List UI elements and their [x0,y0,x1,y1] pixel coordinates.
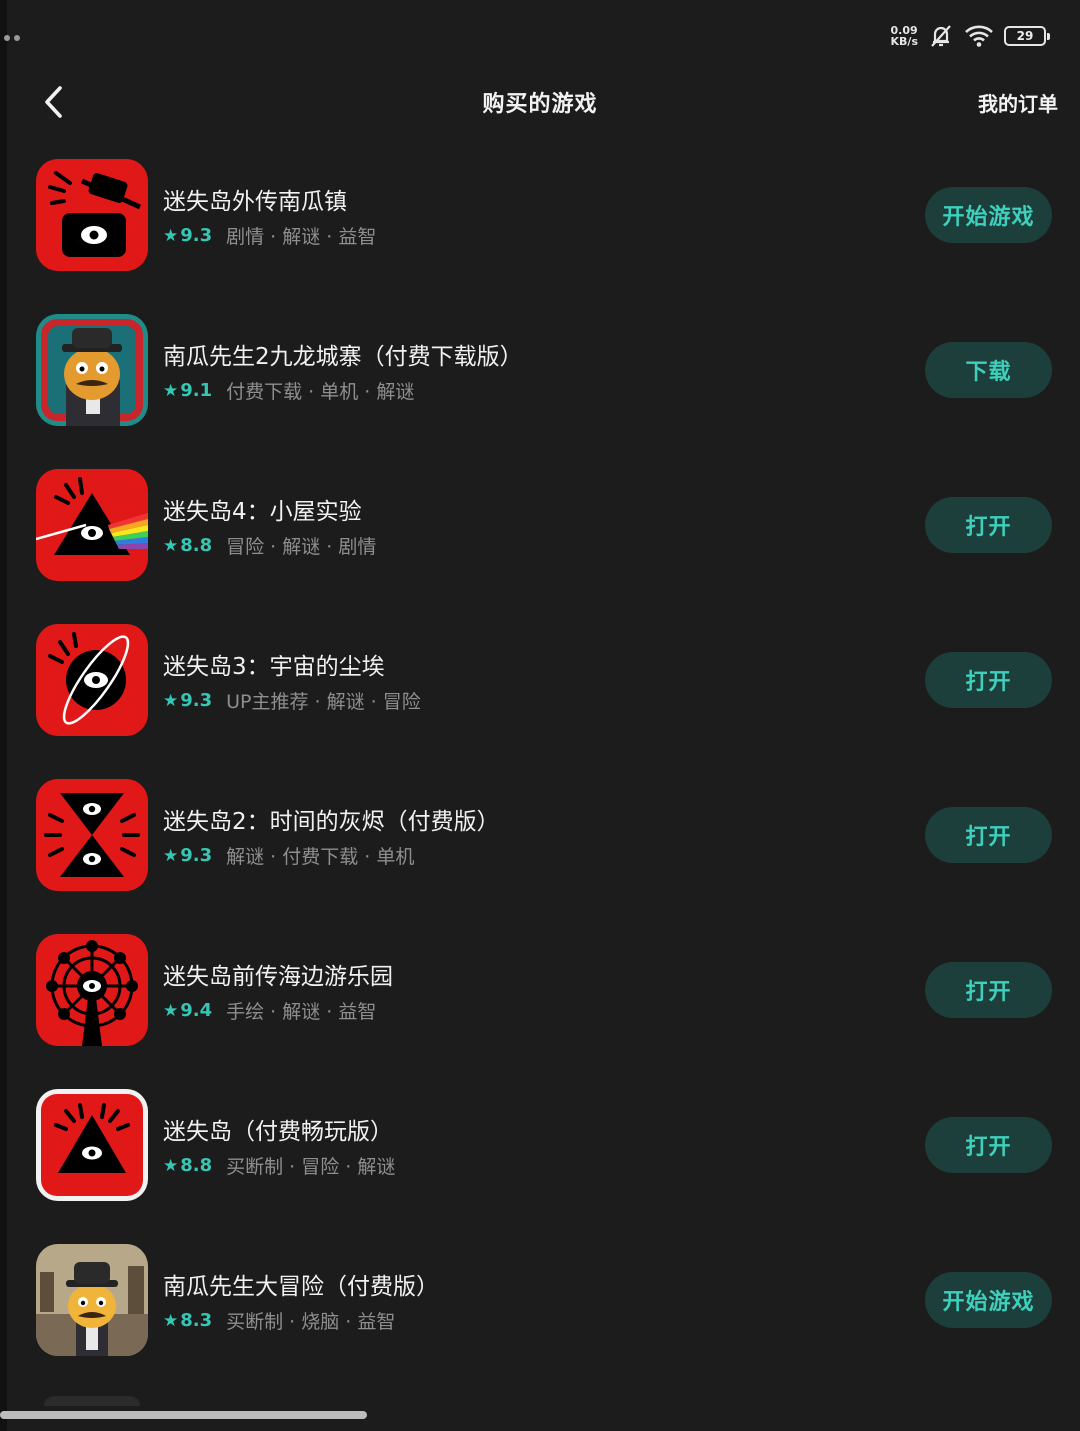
page-title: 购买的游戏 [482,92,598,117]
game-icon-mr-pumpkin-2[interactable] [36,314,148,426]
battery-icon: 29 [1004,26,1050,46]
game-meta: ★ 9.3 剧情 · 解谜 · 益智 [163,222,376,249]
game-name[interactable]: 迷失岛前传海边游乐园 [163,957,393,991]
game-meta: ★ 9.1 付费下载 · 单机 · 解谜 [163,377,414,404]
game-rating: 8.8 [180,535,213,556]
game-icon-pumpkin-town[interactable] [36,159,148,271]
game-tags: 剧情 · 解谜 · 益智 [226,226,377,248]
game-name[interactable]: 南瓜先生大冒险（付费版） [163,1267,439,1301]
game-list-item[interactable]: 迷失岛3：宇宙的尘埃 ★ 9.3 UP主推荐 · 解谜 · 冒险 打开 [36,624,1052,738]
game-list-item[interactable]: 南瓜先生大冒险（付费版） ★ 8.3 买断制 · 烧脑 · 益智 开始游戏 [36,1244,1052,1358]
game-tags: 买断制 · 冒险 · 解谜 [226,1156,396,1178]
open-button[interactable]: 打开 [925,1117,1052,1173]
star-icon: ★ [163,1310,179,1331]
game-rating: 8.3 [180,1310,213,1331]
game-name[interactable]: 迷失岛（付费畅玩版） [163,1112,393,1146]
download-button[interactable]: 下载 [925,342,1052,398]
game-name[interactable]: 迷失岛外传南瓜镇 [163,182,347,216]
game-list-item[interactable]: 迷失岛2：时间的灰烬（付费版） ★ 9.3 解谜 · 付费下载 · 单机 打开 [36,779,1052,893]
my-orders-link[interactable]: 我的订单 [978,88,1058,117]
open-button[interactable]: 打开 [925,497,1052,553]
game-name[interactable]: 迷失岛4：小屋实验 [163,492,362,526]
start-game-button[interactable]: 开始游戏 [925,187,1052,243]
game-tags: 付费下载 · 单机 · 解谜 [226,381,415,403]
star-icon: ★ [163,1000,179,1021]
game-meta: ★ 9.3 解谜 · 付费下载 · 单机 [163,842,414,869]
game-name[interactable]: 南瓜先生2九龙城寨（付费下载版） [163,337,523,371]
star-icon: ★ [163,845,179,866]
game-rating: 8.8 [180,1155,213,1176]
game-icon-cube-escape-2[interactable] [36,779,148,891]
multitask-dots-icon[interactable] [4,26,24,45]
game-list-item[interactable]: 迷失岛前传海边游乐园 ★ 9.4 手绘 · 解谜 · 益智 打开 [36,934,1052,1048]
game-rating: 9.3 [180,690,213,711]
game-meta: ★ 9.3 UP主推荐 · 解谜 · 冒险 [163,687,421,714]
game-rating: 9.4 [180,1000,213,1021]
star-icon: ★ [163,535,179,556]
game-icon-mystery-island[interactable] [36,1089,148,1201]
star-icon: ★ [163,690,179,711]
wifi-icon [965,25,993,47]
horizontal-scrollbar[interactable] [0,1411,367,1419]
game-name[interactable]: 迷失岛2：时间的灰烬（付费版） [163,802,500,836]
game-tags: 手绘 · 解谜 · 益智 [226,1001,377,1023]
star-icon: ★ [163,225,179,246]
game-name[interactable]: 迷失岛3：宇宙的尘埃 [163,647,385,681]
game-list-item[interactable]: 迷失岛（付费畅玩版） ★ 8.8 买断制 · 冒险 · 解谜 打开 [36,1089,1052,1203]
open-button[interactable]: 打开 [925,652,1052,708]
battery-level: 29 [1016,29,1034,43]
game-tags: 解谜 · 付费下载 · 单机 [226,846,415,868]
game-icon-cube-escape-3[interactable] [36,624,148,736]
next-item-peek [44,1396,140,1406]
star-icon: ★ [163,380,179,401]
window-edge [0,0,7,1431]
start-game-button[interactable]: 开始游戏 [925,1272,1052,1328]
game-list-item[interactable]: 南瓜先生2九龙城寨（付费下载版） ★ 9.1 付费下载 · 单机 · 解谜 下载 [36,314,1052,428]
game-tags: UP主推荐 · 解谜 · 冒险 [226,691,421,713]
game-icon-cube-escape-4[interactable] [36,469,148,581]
game-tags: 买断制 · 烧脑 · 益智 [226,1311,396,1333]
game-meta: ★ 9.4 手绘 · 解谜 · 益智 [163,997,376,1024]
network-speed: 0.09 KB/s [890,24,918,48]
game-icon-mr-pumpkin-adventure[interactable] [36,1244,148,1356]
game-list-item[interactable]: 迷失岛4：小屋实验 ★ 8.8 冒险 · 解谜 · 剧情 打开 [36,469,1052,583]
status-bar: 0.09 KB/s 29 [890,22,1050,50]
game-tags: 冒险 · 解谜 · 剧情 [226,536,377,558]
game-list-item[interactable]: 迷失岛外传南瓜镇 ★ 9.3 剧情 · 解谜 · 益智 开始游戏 [36,159,1052,273]
game-rating: 9.3 [180,845,213,866]
star-icon: ★ [163,1155,179,1176]
mute-bell-icon [931,25,951,47]
open-button[interactable]: 打开 [925,962,1052,1018]
game-meta: ★ 8.8 买断制 · 冒险 · 解谜 [163,1152,395,1179]
game-meta: ★ 8.3 买断制 · 烧脑 · 益智 [163,1307,395,1334]
game-rating: 9.3 [180,225,213,246]
game-meta: ★ 8.8 冒险 · 解谜 · 剧情 [163,532,376,559]
open-button[interactable]: 打开 [925,807,1052,863]
game-rating: 9.1 [180,380,213,401]
game-icon-seaside-park[interactable] [36,934,148,1046]
